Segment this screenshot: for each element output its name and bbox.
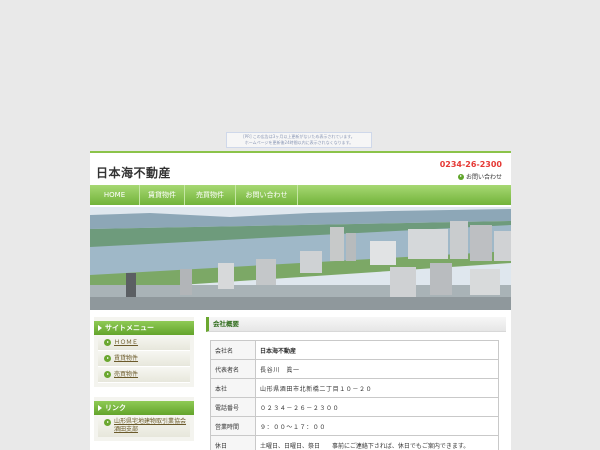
triangle-bullet-icon bbox=[98, 405, 102, 411]
table-label: 会社名 bbox=[210, 340, 256, 360]
nav-home[interactable]: HOME bbox=[90, 185, 140, 205]
triangle-bullet-icon bbox=[98, 325, 102, 331]
link-box: リンク 山形県宅地建物取引業協会酒田支部 bbox=[94, 397, 194, 441]
arrow-circle-icon bbox=[104, 371, 111, 378]
pr-ad-notice[interactable]: [PR] この広告は3ヶ月以上更新がないため表示されています。 ホームページを更… bbox=[226, 132, 372, 148]
arrow-circle-icon bbox=[104, 419, 111, 426]
header-contact-label: お問い合わせ bbox=[465, 174, 502, 181]
sidebar-item-rental[interactable]: 賃貸物件 bbox=[98, 351, 190, 367]
nav-rental[interactable]: 賃貸物件 bbox=[140, 185, 185, 205]
hero-image-drawing bbox=[90, 207, 511, 310]
table-label: 営業時間 bbox=[210, 416, 256, 436]
table-value: 土曜日、日曜日、祭日 事前にご連絡下されば、休日でもご案内できます。 bbox=[255, 435, 499, 450]
sidebar-link-takken-sakata[interactable]: 山形県宅地建物取引業協会酒田支部 bbox=[98, 415, 190, 437]
header-contact-link[interactable]: お問い合わせ bbox=[457, 172, 502, 181]
nav-sale[interactable]: 売買物件 bbox=[185, 185, 236, 205]
sidebar-item-label: 賃貸物件 bbox=[114, 354, 139, 362]
table-label: 休日 bbox=[210, 435, 256, 450]
table-label: 本社 bbox=[210, 378, 256, 398]
table-value: 日本海不動産 bbox=[255, 340, 499, 360]
table-value: 長谷川 眞一 bbox=[255, 359, 499, 379]
hero-city-image bbox=[90, 207, 511, 310]
sidebar-item-home[interactable]: ＨＯＭＥ bbox=[98, 335, 190, 351]
site-menu-title: サイトメニュー bbox=[105, 324, 154, 332]
table-value: 山形県酒田市北新橋二丁目１０－２０ bbox=[255, 378, 499, 398]
table-row: 代表者名 長谷川 眞一 bbox=[210, 359, 499, 379]
sidebar-item-label: ＨＯＭＥ bbox=[114, 338, 139, 346]
arrow-circle-icon bbox=[104, 355, 111, 362]
table-label: 代表者名 bbox=[210, 359, 256, 379]
table-row: 本社 山形県酒田市北新橋二丁目１０－２０ bbox=[210, 378, 499, 398]
nav-contact[interactable]: お問い合わせ bbox=[236, 185, 298, 205]
sidebar-item-sale[interactable]: 売買物件 bbox=[98, 367, 190, 383]
table-row: 休日 土曜日、日曜日、祭日 事前にご連絡下されば、休日でもご案内できます。 bbox=[210, 435, 499, 450]
table-label: 電話番号 bbox=[210, 397, 256, 417]
site-menu-heading: サイトメニュー bbox=[94, 321, 194, 335]
arrow-circle-icon bbox=[104, 339, 111, 346]
company-info-table: 会社名 日本海不動産 代表者名 長谷川 眞一 本社 山形県酒田市北新橋二丁目１０… bbox=[210, 340, 499, 450]
section-title: 会社概要 bbox=[206, 317, 506, 332]
header-phone: 0234-26-2300 bbox=[439, 160, 502, 169]
table-row: 電話番号 ０２３４－２６－２３００ bbox=[210, 397, 499, 417]
table-row: 営業時間 ９：００～１７：００ bbox=[210, 416, 499, 436]
page-container: 日本海不動産 0234-26-2300 お問い合わせ HOME 賃貸物件 売買物… bbox=[90, 151, 511, 450]
table-value: ９：００～１７：００ bbox=[255, 416, 499, 436]
arrow-circle-icon bbox=[457, 173, 464, 180]
sidebar: サイトメニュー ＨＯＭＥ 賃貸物件 売買物件 リンク 山形県宅地建物取引業協会酒… bbox=[94, 317, 194, 450]
top-accent-line bbox=[90, 151, 511, 153]
ad-text-line2: ホームページを更新後24時間以内に表示されなくなります。 bbox=[244, 140, 354, 145]
global-nav: HOME 賃貸物件 売買物件 お問い合わせ bbox=[90, 185, 511, 205]
site-title[interactable]: 日本海不動産 bbox=[96, 164, 171, 181]
table-row: 会社名 日本海不動産 bbox=[210, 340, 499, 360]
table-value: ０２３４－２６－２３００ bbox=[255, 397, 499, 417]
link-title: リンク bbox=[105, 404, 126, 412]
sidebar-link-label: 山形県宅地建物取引業協会酒田支部 bbox=[114, 418, 187, 433]
main-content: 会社概要 会社名 日本海不動産 代表者名 長谷川 眞一 本社 山形県酒田市北新橋… bbox=[206, 317, 506, 450]
site-menu-box: サイトメニュー ＨＯＭＥ 賃貸物件 売買物件 bbox=[94, 317, 194, 387]
link-heading: リンク bbox=[94, 401, 194, 415]
sidebar-item-label: 売買物件 bbox=[114, 370, 139, 378]
